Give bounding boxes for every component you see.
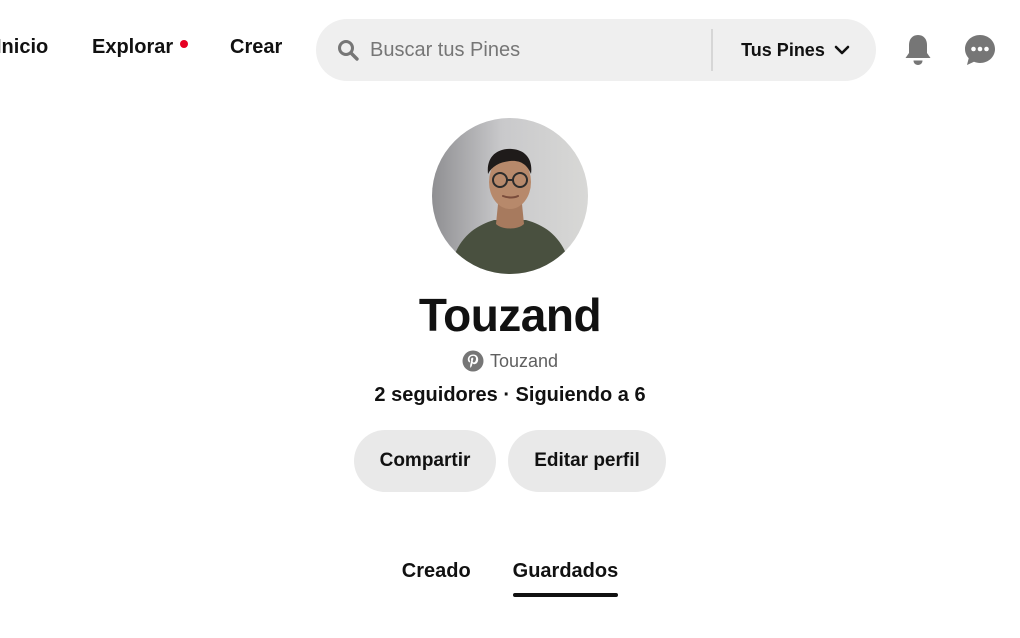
chevron-down-icon — [834, 45, 850, 55]
explore-notification-dot — [180, 40, 188, 48]
search-divider — [711, 29, 713, 71]
profile-name: Touzand — [418, 289, 602, 341]
top-navigation: Inicio Explorar Crear Tus Pines — [0, 0, 1020, 100]
nav-crear[interactable]: Crear — [230, 36, 282, 59]
messages-button[interactable] — [960, 30, 1000, 70]
profile-avatar[interactable] — [432, 118, 588, 274]
bell-icon — [905, 35, 931, 65]
tab-guardados[interactable]: Guardados — [512, 560, 619, 597]
messages-icon — [965, 35, 995, 65]
profile-tabs: Creado Guardados — [0, 560, 1020, 597]
profile-handle: Touzand — [0, 350, 1020, 372]
pinterest-logo-icon — [462, 350, 484, 372]
active-tab-indicator — [512, 593, 619, 597]
search-scope-dropdown[interactable]: Tus Pines — [726, 19, 866, 81]
profile-handle-text: Touzand — [489, 350, 559, 371]
tab-guardados-label: Guardados — [512, 560, 619, 582]
profile-actions: Compartir Editar perfil — [0, 430, 1020, 492]
search-scope-label: Tus Pines — [741, 39, 825, 60]
nav-inicio[interactable]: Inicio — [0, 36, 48, 59]
tab-creado[interactable]: Creado — [402, 560, 471, 597]
nav-explorar[interactable]: Explorar — [92, 36, 173, 59]
search-icon — [338, 40, 359, 61]
share-button[interactable]: Compartir — [354, 430, 496, 492]
notifications-button[interactable] — [898, 30, 938, 70]
search-bar: Tus Pines — [316, 19, 876, 81]
search-input[interactable] — [368, 32, 698, 68]
edit-profile-button[interactable]: Editar perfil — [508, 430, 666, 492]
tab-creado-label: Creado — [401, 560, 471, 582]
follow-stats[interactable]: 2 seguidores · Siguiendo a 6 — [0, 384, 1020, 407]
avatar-photo — [432, 118, 588, 274]
